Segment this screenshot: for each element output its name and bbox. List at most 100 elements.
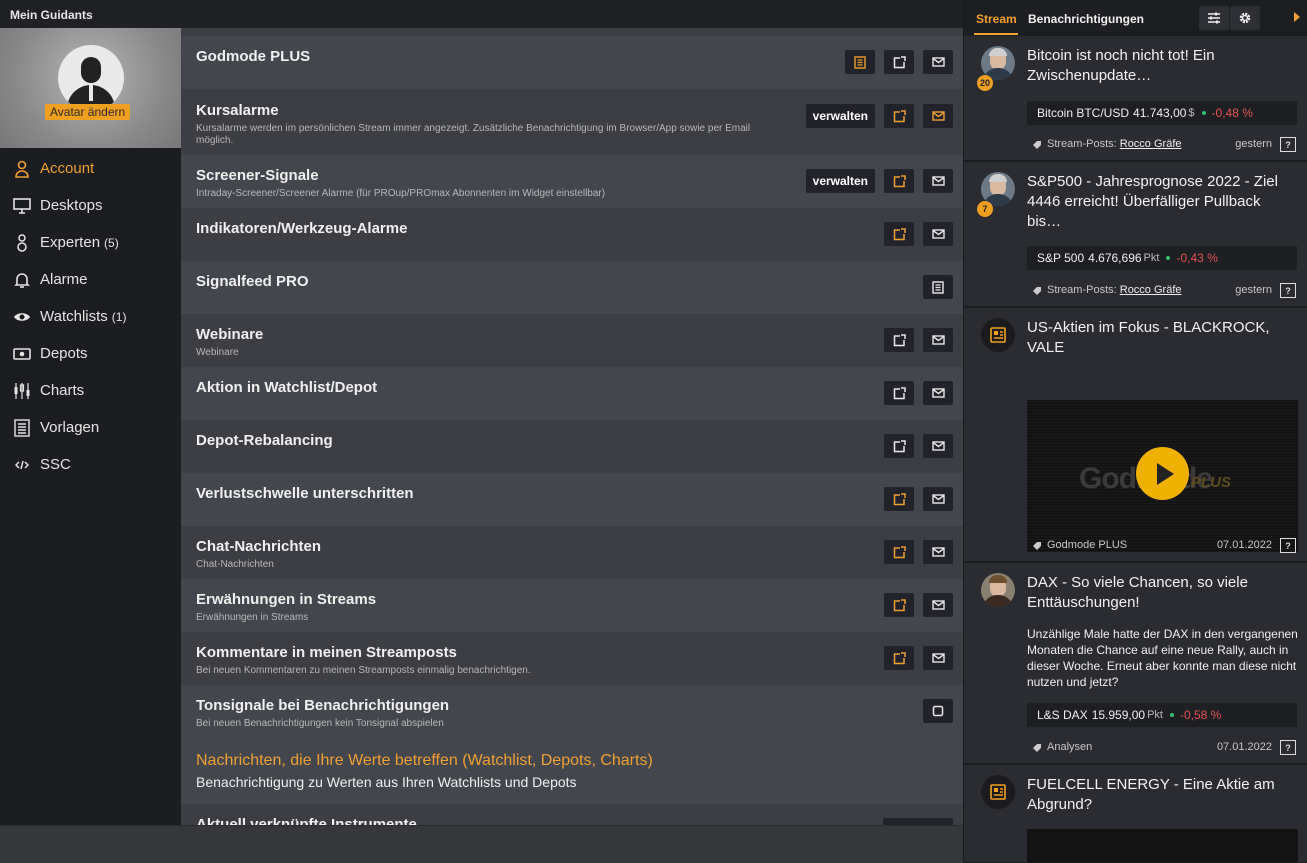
mail-icon: [931, 176, 945, 186]
setting-row: Aktion in Watchlist/Depot: [181, 367, 963, 420]
stream-card[interactable]: FUELCELL ENERGY - Eine Aktie am Abgrund?: [964, 765, 1307, 862]
help-icon[interactable]: ?: [1280, 740, 1296, 755]
browser-notification-toggle[interactable]: [884, 593, 914, 617]
email-notification-toggle[interactable]: [923, 487, 953, 511]
email-notification-toggle[interactable]: [923, 381, 953, 405]
code-icon: [13, 456, 31, 474]
mute-sound-checkbox[interactable]: [923, 699, 953, 723]
bell-icon: [13, 271, 31, 289]
ticker-name: Bitcoin BTC/USD: [1037, 106, 1130, 120]
email-notification-toggle[interactable]: [923, 104, 953, 128]
stream-card[interactable]: 20 Bitcoin ist noch nicht tot! Ein Zwisc…: [964, 36, 1307, 162]
candlestick-icon: [13, 382, 31, 400]
setting-row: Webinare Webinare: [181, 314, 963, 367]
stream-notification-toggle[interactable]: [845, 50, 875, 74]
ticker-box[interactable]: Bitcoin BTC/USD 41.743,00 $ -0,48 %: [1027, 101, 1297, 125]
export-icon: [893, 386, 906, 400]
email-notification-toggle[interactable]: [923, 646, 953, 670]
browser-notification-toggle[interactable]: [884, 222, 914, 246]
sidebar-item-experten[interactable]: Experten (5): [0, 224, 181, 261]
author-link[interactable]: Rocco Gräfe: [1120, 284, 1182, 296]
browser-notification-toggle[interactable]: [884, 487, 914, 511]
card-date: gestern: [1235, 138, 1272, 150]
browser-notification-toggle[interactable]: [884, 646, 914, 670]
setting-row: Screener-Signale Intraday-Screener/Screen…: [181, 155, 963, 208]
tab-stream[interactable]: Stream: [976, 12, 1017, 26]
sidebar-item-label: Experten: [40, 234, 101, 251]
stream-notification-toggle[interactable]: [923, 275, 953, 299]
setting-description: Chat-Nachrichten: [196, 559, 274, 570]
tick-up-dot: [1201, 111, 1206, 115]
manage-button[interactable]: verwalten: [805, 169, 875, 193]
email-notification-toggle[interactable]: [923, 50, 953, 74]
mail-icon: [931, 441, 945, 451]
setting-name: Screener-Signale: [196, 167, 319, 184]
collapse-arrow-icon[interactable]: [1294, 12, 1300, 22]
ticker-box[interactable]: S&P 500 4.676,696 Pkt -0,43 %: [1027, 246, 1297, 270]
browser-notification-toggle[interactable]: [884, 169, 914, 193]
manage-button[interactable]: verwalten: [805, 104, 875, 128]
email-notification-toggle[interactable]: [923, 593, 953, 617]
browser-notification-toggle[interactable]: [884, 540, 914, 564]
sidebar-item-watchlists[interactable]: Watchlists (1): [0, 298, 181, 335]
browser-notification-toggle[interactable]: [884, 104, 914, 128]
card-title[interactable]: S&P500 - Jahresprognose 2022 - Ziel 4446…: [1027, 172, 1297, 232]
gear-icon: [1239, 12, 1251, 24]
stream-card[interactable]: 7 S&P500 - Jahresprognose 2022 - Ziel 44…: [964, 162, 1307, 308]
setting-name: Verlustschwelle unterschritten: [196, 485, 414, 502]
video-thumbnail[interactable]: Godmode PLUS: [1027, 400, 1298, 552]
document-icon: [990, 327, 1006, 343]
card-title[interactable]: Bitcoin ist noch nicht tot! Ein Zwischen…: [1027, 46, 1297, 86]
email-notification-toggle[interactable]: [923, 434, 953, 458]
help-icon[interactable]: ?: [1280, 538, 1296, 553]
document-avatar: [981, 318, 1015, 352]
browser-notification-toggle[interactable]: [884, 328, 914, 352]
card-title[interactable]: US-Aktien im Fokus - BLACKROCK, VALE: [1027, 318, 1297, 358]
setting-row: Aktuell verknüpfte Instrumente: [181, 804, 963, 825]
setting-row: Kommentare in meinen Streamposts Bei neue…: [181, 632, 963, 685]
filter-button[interactable]: [1199, 6, 1229, 30]
sidebar-item-account[interactable]: Account: [0, 150, 181, 187]
change-avatar-button[interactable]: Avatar ändern: [45, 104, 131, 120]
stream-card[interactable]: US-Aktien im Fokus - BLACKROCK, VALE God…: [964, 308, 1307, 563]
sidebar-item-vorlagen[interactable]: Vorlagen: [0, 409, 181, 446]
author-avatar[interactable]: [981, 573, 1015, 607]
card-date: 07.01.2022: [1216, 741, 1272, 753]
card-tag: Analysen: [1047, 741, 1093, 753]
email-notification-toggle[interactable]: [923, 328, 953, 352]
card-title[interactable]: FUELCELL ENERGY - Eine Aktie am Abgrund?: [1027, 775, 1297, 815]
sidebar-item-depots[interactable]: Depots: [0, 335, 181, 372]
sidebar-item-charts[interactable]: Charts: [0, 372, 181, 409]
sidebar-item-alarme[interactable]: Alarme: [0, 261, 181, 298]
browser-notification-toggle[interactable]: [884, 381, 914, 405]
card-tag: Stream-Posts:: [1047, 138, 1117, 150]
setting-row: Erwähnungen in Streams Erwähnungen in Str…: [181, 579, 963, 632]
export-icon: [893, 109, 906, 123]
email-notification-toggle[interactable]: [923, 222, 953, 246]
sidebar-item-label: Charts: [40, 382, 85, 399]
browser-notification-toggle[interactable]: [884, 50, 914, 74]
sidebar-item-ssc[interactable]: SSC: [0, 446, 181, 483]
ticker-box[interactable]: L&S DAX 15.959,00 Pkt -0,58 %: [1027, 703, 1297, 727]
author-link[interactable]: Rocco Gräfe: [1120, 138, 1182, 150]
video-thumbnail[interactable]: [1027, 829, 1298, 862]
card-title[interactable]: DAX - So viele Chancen, so viele Enttäus…: [1027, 573, 1297, 613]
browser-notification-toggle[interactable]: [884, 434, 914, 458]
help-icon[interactable]: ?: [1280, 137, 1296, 152]
tag-icon: [1033, 542, 1041, 550]
email-notification-toggle[interactable]: [923, 540, 953, 564]
play-icon[interactable]: [1136, 447, 1189, 500]
setting-description: Bei neuen Benachrichtigungen kein Tonsig…: [196, 718, 444, 729]
tag-icon: [1033, 287, 1041, 295]
sidebar-item-desktops[interactable]: Desktops: [0, 187, 181, 224]
document-icon: [990, 784, 1006, 800]
settings-button[interactable]: [1230, 6, 1260, 30]
manage-button[interactable]: [883, 818, 953, 825]
mail-icon: [931, 388, 945, 398]
stream-card[interactable]: DAX - So viele Chancen, so viele Enttäus…: [964, 563, 1307, 765]
email-notification-toggle[interactable]: [923, 169, 953, 193]
tick-up-dot: [1166, 256, 1171, 260]
sidebar-item-label: Watchlists: [40, 308, 108, 325]
tab-notifications[interactable]: Benachrichtigungen: [1028, 12, 1144, 26]
help-icon[interactable]: ?: [1280, 283, 1296, 298]
